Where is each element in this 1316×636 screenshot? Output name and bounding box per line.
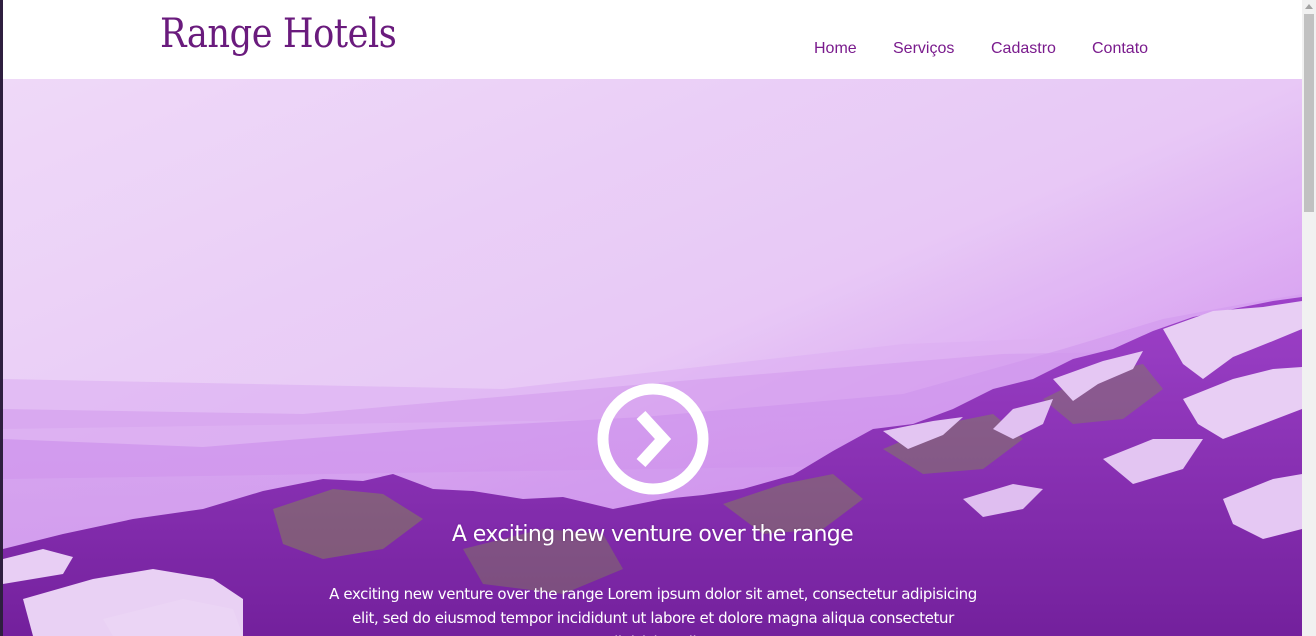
hero-section: A exciting new venture over the range A … (3, 79, 1302, 636)
hero-title: A exciting new venture over the range (451, 522, 854, 547)
nav-item-home[interactable]: Home (814, 40, 857, 58)
nav-item-contato[interactable]: Contato (1092, 40, 1148, 58)
page: Range Hotels Home Serviços Cadastro Cont… (0, 0, 1316, 636)
brand-logo[interactable]: Range Hotels (160, 12, 397, 56)
nav-item-cadastro[interactable]: Cadastro (991, 40, 1056, 58)
scrollbar-thumb[interactable] (1304, 14, 1314, 212)
nav-item-servicos[interactable]: Serviços (893, 40, 954, 58)
vertical-scrollbar[interactable] (1302, 0, 1316, 636)
scroll-up-arrow-icon[interactable] (1305, 4, 1313, 9)
hero-background-image (3, 79, 1302, 636)
play-circle-icon[interactable] (597, 383, 709, 495)
site-header: Range Hotels Home Serviços Cadastro Cont… (3, 0, 1302, 79)
hero-description: A exciting new venture over the range Lo… (329, 585, 977, 636)
window-edge (0, 0, 3, 636)
